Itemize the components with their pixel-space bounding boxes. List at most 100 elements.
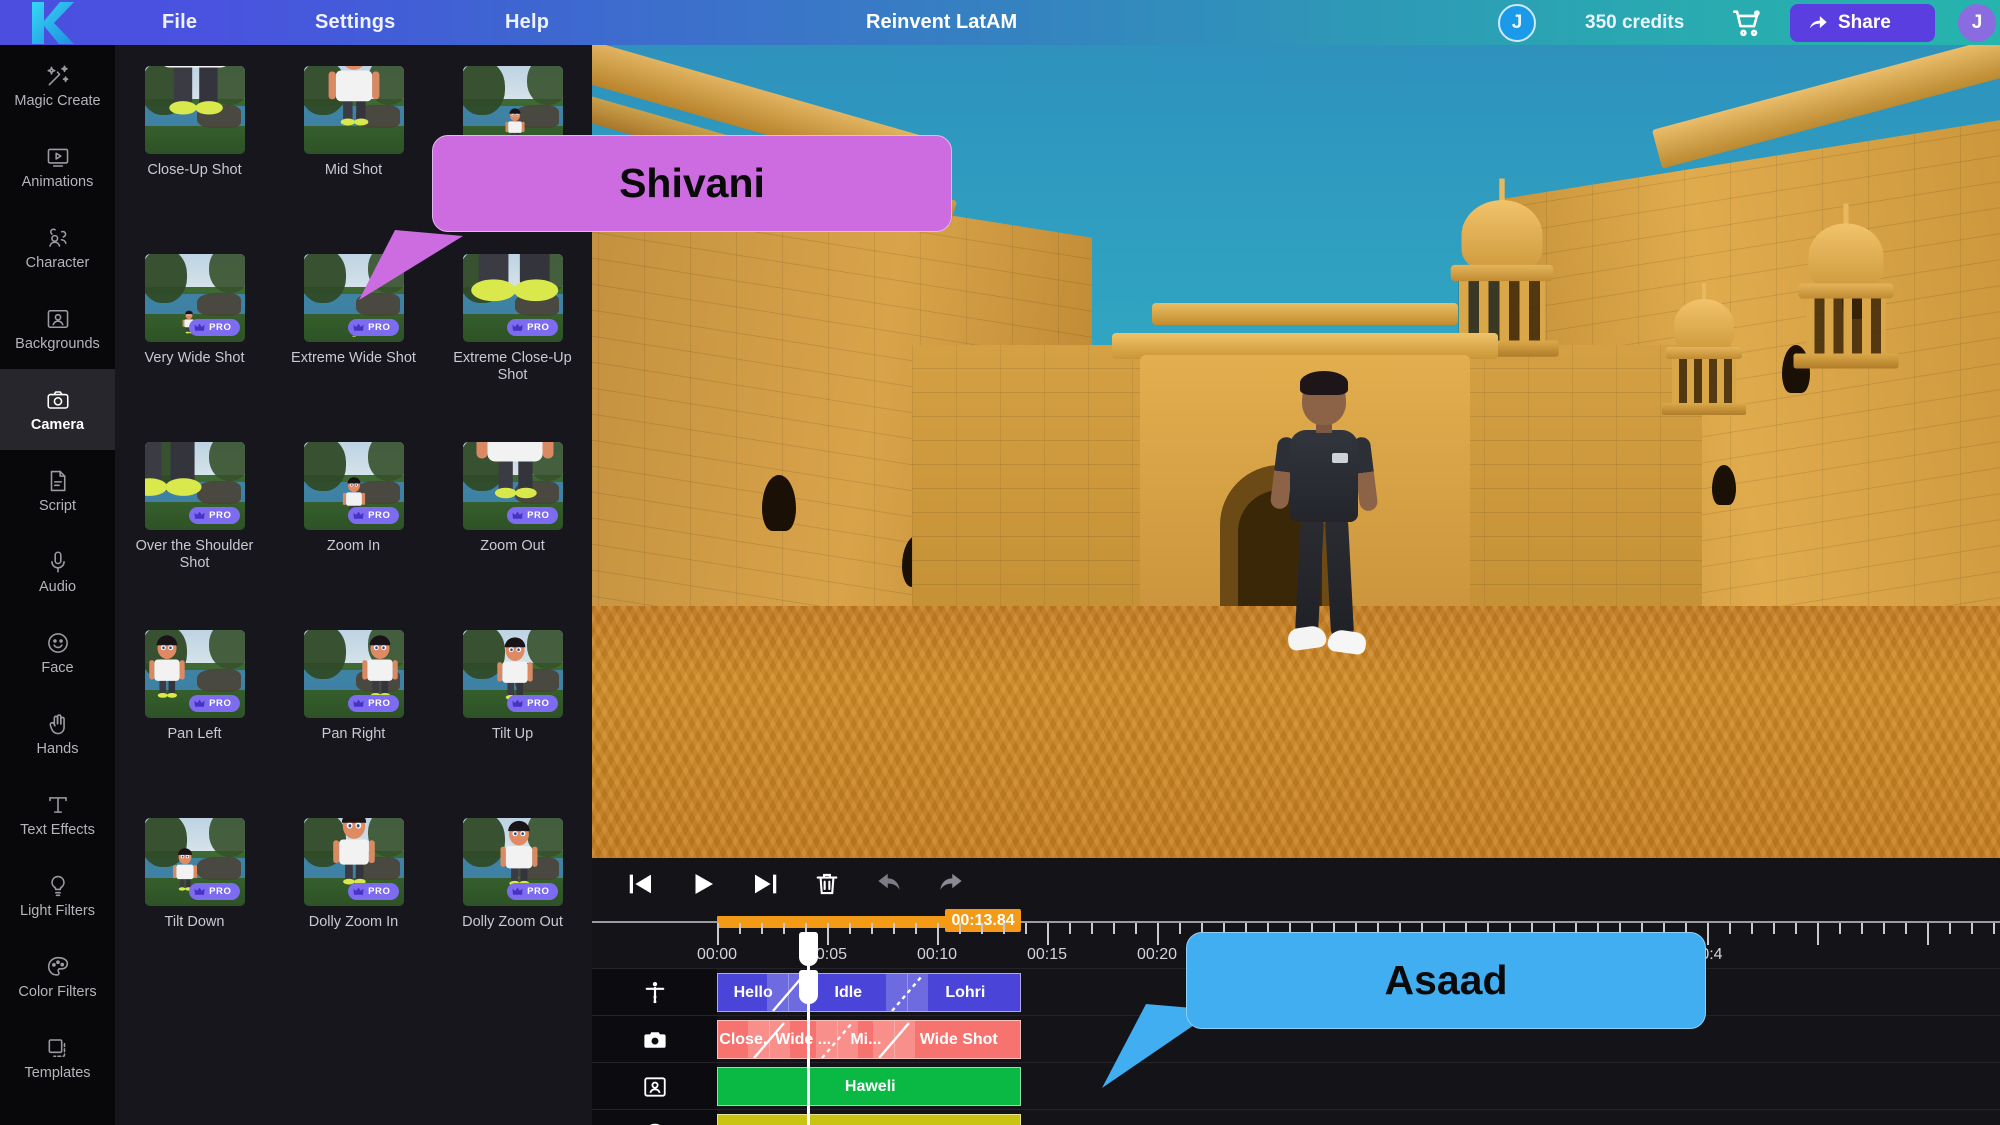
sidebar-item-text-effects[interactable]: Text Effects [0, 774, 115, 855]
animation-track-header[interactable] [592, 969, 717, 1016]
clip-group[interactable]: Close. Wide ... Mi... Wide Shot [717, 1020, 1022, 1059]
share-button[interactable]: Share [1790, 4, 1935, 42]
app-root: File Settings Help Reinvent LatAM J 350 … [0, 0, 2000, 1125]
clip-group[interactable]: Hello Idle Lohri [717, 973, 1022, 1012]
crown-icon [512, 699, 523, 708]
sidebar-item-script[interactable]: Script [0, 450, 115, 531]
pro-badge-label: PRO [527, 698, 550, 709]
ruler-tick-minor [739, 923, 741, 934]
camera-track-header[interactable] [592, 1016, 717, 1063]
sidebar-item-label: Script [38, 497, 77, 514]
callout-shivani-label: Shivani [619, 160, 765, 206]
menu-settings[interactable]: Settings [315, 0, 396, 45]
shot-thumbnail: PRO [144, 818, 245, 906]
pro-badge: PRO [348, 319, 399, 336]
pro-badge: PRO [189, 883, 240, 900]
shot-over-the-shoulder-shot[interactable]: PRO Over the Shoulder Shot [115, 421, 274, 609]
shot-pan-right[interactable]: PRO Pan Right [274, 609, 433, 797]
palette-icon [45, 954, 71, 980]
sidebar-item-backgrounds[interactable]: Backgrounds [0, 288, 115, 369]
profile-avatar[interactable]: J [1958, 4, 1996, 42]
sidebar-item-animations[interactable]: Animations [0, 126, 115, 207]
sidebar-item-audio[interactable]: Audio [0, 531, 115, 612]
sidebar-item-camera[interactable]: Camera [0, 369, 115, 450]
ruler-label: 00:15 [1026, 946, 1068, 963]
undo-button[interactable] [858, 858, 920, 910]
shot-dolly-zoom-in[interactable]: PRO Dolly Zoom In [274, 797, 433, 985]
shot-thumbnail [303, 66, 404, 154]
shot-label: Dolly Zoom Out [462, 914, 563, 930]
ruler-label: 00:10 [916, 946, 958, 963]
shot-label: Zoom In [326, 538, 381, 554]
shot-mid-shot[interactable]: Mid Shot [274, 45, 433, 233]
ruler-tick-minor [1113, 923, 1115, 934]
clip-label: Wide Shot [919, 1030, 998, 1048]
sidebar-item-character[interactable]: Character [0, 207, 115, 288]
shot-thumbnail: PRO [462, 630, 563, 718]
redo-button[interactable] [920, 858, 982, 910]
timeline-clip[interactable]: Haweli [718, 1068, 1020, 1105]
text-t-icon [45, 792, 71, 818]
pro-badge-label: PRO [527, 886, 550, 897]
avatar-character[interactable] [1260, 371, 1390, 675]
clip-transition[interactable] [815, 1021, 858, 1058]
shot-tilt-up[interactable]: PRO Tilt Up [433, 609, 592, 797]
chhatri-dome-right-small [1662, 283, 1746, 415]
shot-very-wide-shot[interactable]: PRO Very Wide Shot [115, 233, 274, 421]
shot-close-up-shot[interactable]: Close-Up Shot [115, 45, 274, 233]
shot-tilt-down[interactable]: PRO Tilt Down [115, 797, 274, 985]
crown-icon [194, 887, 205, 896]
kreado-logo-icon[interactable] [26, 0, 78, 45]
shot-pan-left[interactable]: PRO Pan Left [115, 609, 274, 797]
clip-transition[interactable] [873, 1021, 915, 1058]
ruler-tick-minor [1949, 923, 1951, 934]
pro-badge: PRO [507, 319, 558, 336]
crown-icon [353, 323, 364, 332]
sidebar-item-color-filters[interactable]: Color Filters [0, 936, 115, 1017]
pro-badge: PRO [348, 695, 399, 712]
playhead-ruler-segment[interactable] [799, 932, 819, 970]
timeline-clip[interactable] [718, 1115, 1020, 1125]
account-avatar[interactable]: J [1498, 4, 1536, 42]
clip-transition[interactable] [886, 974, 929, 1011]
playhead-handle[interactable] [799, 932, 819, 966]
clip-transition[interactable] [747, 1021, 790, 1058]
shot-dolly-zoom-out[interactable]: PRO Dolly Zoom Out [433, 797, 592, 985]
playhead[interactable] [799, 970, 819, 1125]
clip-group[interactable] [717, 1114, 1022, 1125]
shopping-cart-icon[interactable] [1730, 6, 1764, 40]
menu-file[interactable]: File [162, 0, 197, 45]
sidebar-item-hands[interactable]: Hands [0, 693, 115, 774]
menu-help[interactable]: Help [505, 0, 549, 45]
shot-thumbnail: PRO [462, 818, 563, 906]
left-sidebar: Magic Create Animations Character Backgroun… [0, 45, 115, 1125]
pro-badge-label: PRO [209, 886, 232, 897]
sidebar-item-templates[interactable]: Templates [0, 1017, 115, 1098]
background-track-header[interactable] [592, 1063, 717, 1110]
ruler-tick-minor [981, 923, 983, 934]
timeline-controls [592, 858, 2000, 910]
shot-zoom-out[interactable]: PRO Zoom Out [433, 421, 592, 609]
sidebar-item-label: Audio [38, 578, 77, 595]
pro-badge: PRO [189, 507, 240, 524]
shot-zoom-in[interactable]: PRO Zoom In [274, 421, 433, 609]
sidebar-item-magic-create[interactable]: Magic Create [0, 45, 115, 126]
play-button[interactable] [672, 858, 734, 910]
audio-track-header[interactable] [592, 1110, 717, 1125]
pro-badge-label: PRO [368, 322, 391, 333]
clip-group[interactable]: Haweli [717, 1067, 1022, 1106]
wall-niche [1712, 465, 1736, 505]
pro-badge-label: PRO [368, 698, 391, 709]
delete-button[interactable] [796, 858, 858, 910]
share-arrow-icon [1807, 12, 1829, 34]
ruler-tick-major [937, 923, 939, 945]
crown-icon [194, 323, 205, 332]
sidebar-item-light-filters[interactable]: Light Filters [0, 855, 115, 936]
playhead-handle[interactable] [799, 970, 819, 1004]
jump-to-start-button[interactable] [610, 858, 672, 910]
sidebar-item-label: Backgrounds [15, 335, 100, 352]
sidebar-item-label: Animations [21, 173, 94, 190]
jump-to-end-button[interactable] [734, 858, 796, 910]
sidebar-item-face[interactable]: Face [0, 612, 115, 693]
callout-asaad-label: Asaad [1384, 957, 1508, 1003]
